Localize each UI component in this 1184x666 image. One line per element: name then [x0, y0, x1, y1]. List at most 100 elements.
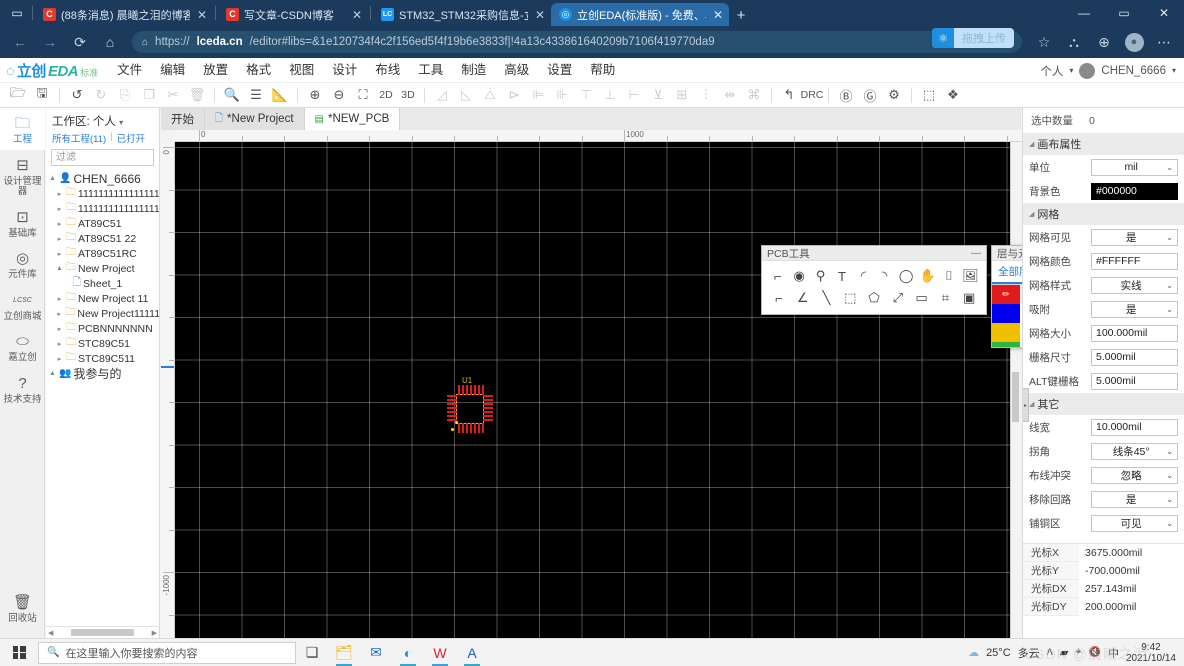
volume-icon[interactable]: 🔇 — [1088, 647, 1100, 658]
menu-settings[interactable]: 设置 — [538, 58, 581, 83]
weather-desc[interactable]: 多云 — [1018, 645, 1040, 661]
back-icon[interactable]: ← — [6, 29, 34, 55]
tab-new-pcb[interactable]: ▤ *NEW_PCB — [305, 108, 401, 130]
close-icon[interactable]: ✕ — [533, 8, 547, 22]
tab-search-icon[interactable]: ▭ — [4, 0, 30, 26]
collapse-panel-handle[interactable]: ▸ — [1022, 388, 1029, 422]
browser-tab-4-active[interactable]: ◎ 立创EDA(标准版) - 免费、易用、 ✕ — [551, 3, 729, 26]
file-explorer-icon[interactable]: 🗂 — [328, 639, 360, 666]
clock[interactable]: 9:42 2021/10/14 — [1126, 642, 1176, 664]
property-input[interactable]: 100.000mil — [1091, 325, 1178, 342]
menu-place[interactable]: 放置 — [194, 58, 237, 83]
scroll-left-icon[interactable]: ◀ — [48, 629, 53, 637]
search-input[interactable]: 🔍 在这里输入你要搜索的内容 — [38, 642, 296, 664]
twisty-icon[interactable]: ▲ — [48, 175, 57, 182]
twisty-icon[interactable]: ▸ — [55, 355, 64, 363]
via-icon[interactable]: ⚲ — [810, 265, 831, 287]
rail-item-jlc[interactable]: ⬭嘉立创 — [0, 326, 45, 368]
start-button[interactable] — [0, 639, 38, 666]
layer-color-swatch[interactable] — [992, 323, 1020, 342]
menu-format[interactable]: 格式 — [237, 58, 280, 83]
property-section-header[interactable]: ◢画布属性 — [1023, 133, 1184, 155]
property-select[interactable]: 是⌄ — [1091, 229, 1178, 246]
install-app-icon[interactable]: ⊕ — [1090, 29, 1118, 55]
angle-icon[interactable]: ∠ — [791, 287, 815, 309]
scrollbar-thumb[interactable] — [1012, 372, 1019, 422]
menu-help[interactable]: 帮助 — [581, 58, 624, 83]
workspace-title[interactable]: 工作区: 个人 ▾ — [46, 108, 159, 131]
rail-item-design-manager[interactable]: ⊟设计管理器 — [0, 150, 45, 202]
browser-tab-1[interactable]: C (88条消息) 晨曦之泪的博客_CSD ✕ — [35, 3, 213, 26]
twisty-icon[interactable]: ▸ — [55, 325, 64, 333]
layers-stack-icon[interactable]: ❖ — [941, 84, 965, 106]
twisty-icon[interactable]: ▸ — [55, 220, 64, 228]
circle-icon[interactable]: ◯ — [895, 265, 916, 287]
pad-icon[interactable]: ◉ — [788, 265, 809, 287]
browser-tab-3[interactable]: LC STM32_STM32采购信息-立创电 ✕ — [373, 3, 551, 26]
workspace-scope[interactable]: 个人 — [1040, 63, 1063, 79]
collections-icon[interactable]: ⛬ — [1060, 29, 1088, 55]
horizontal-scrollbar[interactable]: ◀ ▶ — [46, 626, 159, 638]
connect-icon[interactable]: ⤢ — [886, 287, 910, 309]
tree-item[interactable]: ▲🗀New Project — [48, 261, 159, 276]
tree-item[interactable]: ▸🗀AT89C51 — [48, 216, 159, 231]
drag-upload-badge[interactable]: ⚛ 拖拽上传 — [932, 28, 1014, 48]
pcb-canvas[interactable]: U1 — [175, 142, 1021, 638]
panel-title-bar[interactable]: PCB工具 — — [762, 246, 986, 261]
mail-icon[interactable]: ✉ — [360, 639, 392, 666]
dimension-icon[interactable]: ⌐ — [767, 287, 791, 309]
app-a-icon[interactable]: A — [456, 639, 488, 666]
hand-drag-icon[interactable]: ✋ — [917, 265, 938, 287]
property-section-header[interactable]: ◢网格 — [1023, 203, 1184, 225]
home-icon[interactable]: ⌂ — [96, 29, 124, 55]
user-name[interactable]: CHEN_6666 — [1101, 65, 1166, 77]
open-icon[interactable]: 🗁 — [6, 84, 30, 106]
property-select[interactable]: mil⌄ — [1091, 159, 1178, 176]
layer-b-icon[interactable]: Ⓑ — [834, 84, 858, 106]
measure-icon[interactable]: 📐 — [268, 84, 292, 106]
twisty-icon[interactable]: ▲ — [48, 370, 57, 377]
menu-file[interactable]: 文件 — [108, 58, 151, 83]
weather-temp[interactable]: 25°C — [986, 647, 1011, 659]
close-icon[interactable]: ✕ — [711, 8, 725, 22]
property-select[interactable]: 线条45°⌄ — [1091, 443, 1178, 460]
twisty-icon[interactable]: ▸ — [55, 190, 64, 198]
wps-icon[interactable]: W — [424, 639, 456, 666]
drc-button[interactable]: DRC — [801, 84, 823, 106]
select-region-icon[interactable]: ⬚ — [838, 287, 862, 309]
tree-item[interactable]: ▸🗀New Project 11 — [48, 291, 159, 306]
layer-color-swatch[interactable] — [992, 342, 1020, 347]
tree-item[interactable]: ▸🗀PCBNNNNNNN — [48, 321, 159, 336]
close-icon[interactable]: ✕ — [195, 8, 209, 22]
rail-item-engineering[interactable]: 🗀工程 — [0, 108, 45, 150]
property-select[interactable]: 可见⌄ — [1091, 515, 1178, 532]
more-options-icon[interactable]: ⋯ — [1150, 29, 1178, 55]
reload-icon[interactable]: ⟳ — [66, 29, 94, 55]
layer-settings-icon[interactable]: ⚙ — [882, 84, 906, 106]
layer-g-icon[interactable]: Ⓖ — [858, 84, 882, 106]
property-select[interactable]: 是⌄ — [1091, 491, 1178, 508]
property-input[interactable]: 5.000mil — [1091, 373, 1178, 390]
menu-fabricate[interactable]: 制造 — [452, 58, 495, 83]
rail-item-tech-support[interactable]: ?技术支持 — [0, 368, 45, 410]
twisty-icon[interactable]: ▸ — [55, 295, 64, 303]
line-icon[interactable]: ╲ — [815, 287, 839, 309]
battery-icon[interactable]: ▰ — [1060, 646, 1068, 659]
tab-new-project[interactable]: 🗋 *New Project — [205, 108, 305, 130]
tree-item[interactable]: ▸🗀New Project111111 — [48, 306, 159, 321]
twisty-icon[interactable]: ▸ — [55, 310, 63, 318]
ime-indicator[interactable]: 中 — [1108, 645, 1119, 661]
property-input[interactable]: #FFFFFF — [1091, 253, 1178, 270]
layer-color-swatch[interactable] — [992, 304, 1020, 323]
twisty-icon[interactable]: ▸ — [55, 340, 64, 348]
maximize-button[interactable]: ▭ — [1104, 0, 1144, 26]
pcb-component-u1[interactable]: U1 — [447, 385, 493, 433]
task-view-icon[interactable]: ❏ — [296, 639, 328, 666]
menu-route[interactable]: 布线 — [366, 58, 409, 83]
forward-icon[interactable]: → — [36, 29, 64, 55]
menu-advanced[interactable]: 高级 — [495, 58, 538, 83]
undo-icon[interactable]: ↺ — [65, 84, 89, 106]
zoom-out-icon[interactable]: ⊖ — [327, 84, 351, 106]
address-bar[interactable]: ⌂ https://lceda.cn/editor#libs=&1e120734… — [132, 31, 1022, 53]
tree-item[interactable]: ▲👥我参与的 — [48, 366, 159, 381]
